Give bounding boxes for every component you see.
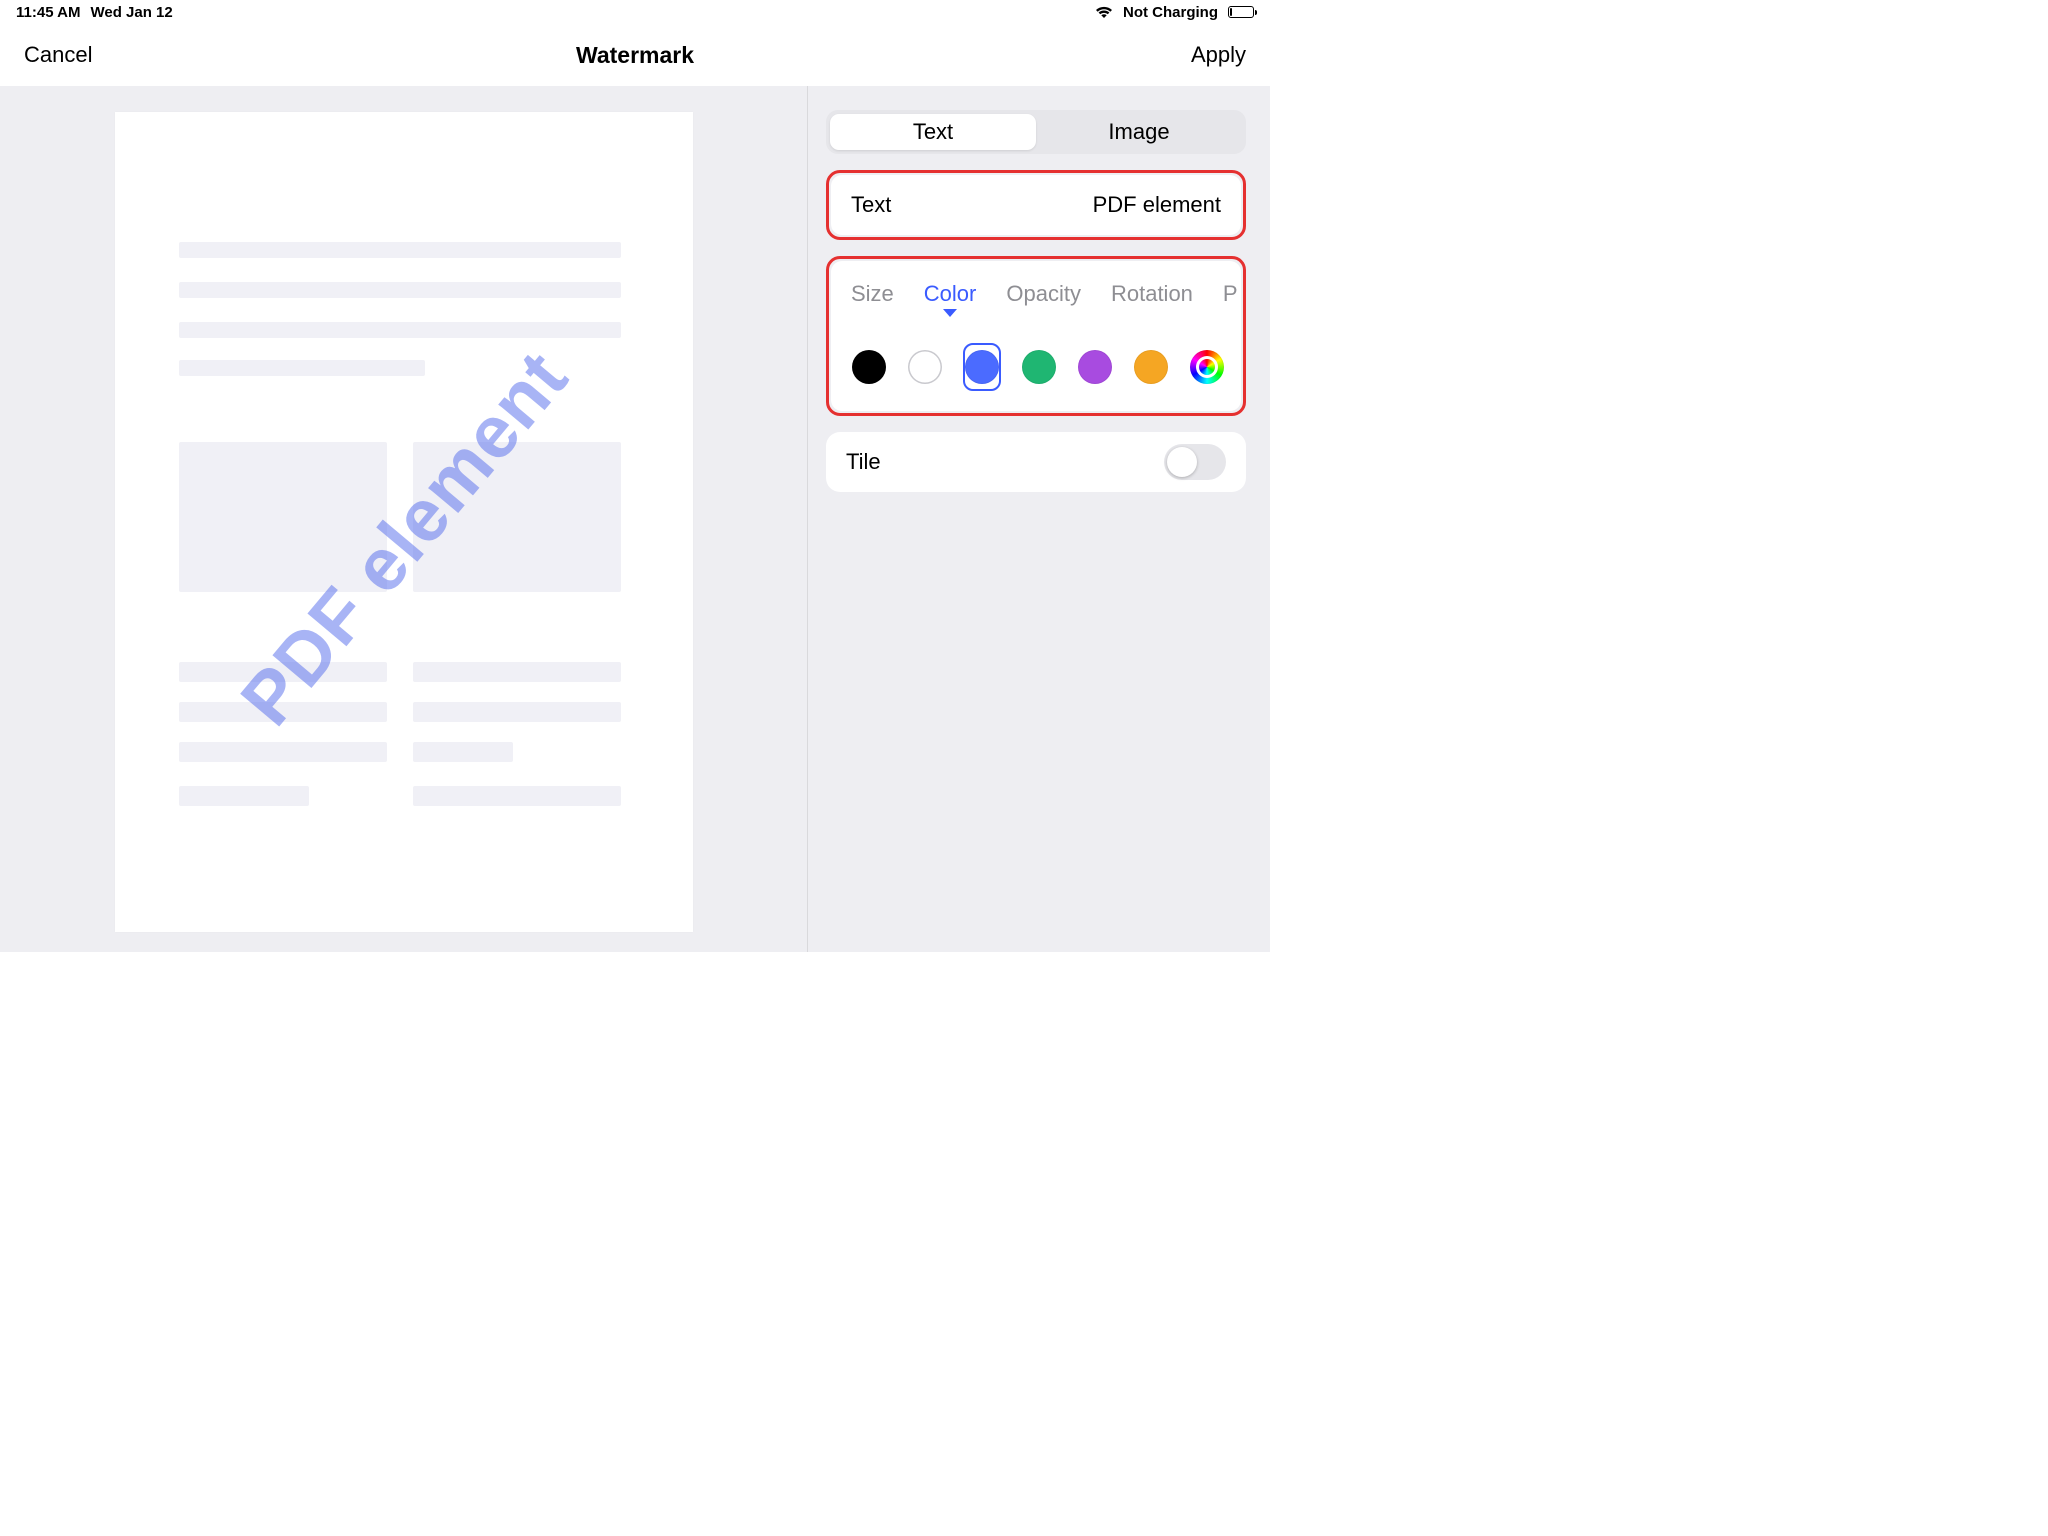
color-swatch-black[interactable]: [852, 350, 886, 384]
color-swatch-purple-wrap: [1077, 343, 1113, 391]
nav-bar: Cancel Watermark Apply: [0, 24, 1270, 86]
apply-button[interactable]: Apply: [1191, 42, 1246, 68]
style-card-highlight: Size Color Opacity Rotation P: [826, 256, 1246, 416]
battery-icon: [1228, 6, 1254, 18]
color-swatches: [847, 343, 1225, 391]
tile-card: Tile: [826, 432, 1246, 492]
cancel-button[interactable]: Cancel: [24, 42, 92, 68]
status-charging: Not Charging: [1123, 4, 1218, 21]
tile-label: Tile: [846, 449, 881, 475]
color-swatch-black-wrap: [851, 343, 887, 391]
color-swatch-green-wrap: [1021, 343, 1057, 391]
color-swatch-orange[interactable]: [1134, 350, 1168, 384]
status-time: 11:45 AM: [16, 4, 80, 21]
status-bar: 11:45 AM Wed Jan 12 Not Charging: [0, 0, 1270, 24]
tile-toggle-knob: [1167, 447, 1197, 477]
preview-pane: PDF element: [0, 86, 807, 952]
color-swatch-blue[interactable]: [965, 350, 999, 384]
color-swatch-blue-wrap: [963, 343, 1001, 391]
tab-size[interactable]: Size: [851, 281, 894, 315]
tab-rotation[interactable]: Rotation: [1111, 281, 1193, 315]
text-row-highlight: Text PDF element: [826, 170, 1246, 240]
tab-opacity[interactable]: Opacity: [1006, 281, 1081, 315]
color-swatch-picker[interactable]: [1190, 350, 1224, 384]
status-date: Wed Jan 12: [90, 4, 172, 21]
tile-toggle[interactable]: [1164, 444, 1226, 480]
segment-text[interactable]: Text: [830, 114, 1036, 150]
color-swatch-picker-wrap: [1189, 343, 1225, 391]
wifi-icon: [1095, 5, 1113, 19]
color-swatch-green[interactable]: [1022, 350, 1056, 384]
tile-row: Tile: [826, 432, 1246, 492]
tab-position[interactable]: P: [1223, 281, 1238, 315]
color-swatch-orange-wrap: [1133, 343, 1169, 391]
color-swatch-purple[interactable]: [1078, 350, 1112, 384]
segment-image[interactable]: Image: [1036, 114, 1242, 150]
watermark-type-segmented[interactable]: Text Image: [826, 110, 1246, 154]
style-tabs: Size Color Opacity Rotation P: [847, 275, 1225, 315]
tab-color[interactable]: Color: [924, 281, 977, 315]
page-title: Watermark: [0, 42, 1270, 69]
settings-pane: Text Image Text PDF element Size Color O…: [808, 86, 1270, 952]
watermark-text-label: Text: [851, 192, 891, 218]
color-swatch-white[interactable]: [908, 350, 942, 384]
color-swatch-white-wrap: [907, 343, 943, 391]
watermark-text-value: PDF element: [1093, 192, 1221, 218]
document-page-preview: PDF element: [115, 112, 693, 932]
watermark-text-row[interactable]: Text PDF element: [831, 175, 1241, 235]
